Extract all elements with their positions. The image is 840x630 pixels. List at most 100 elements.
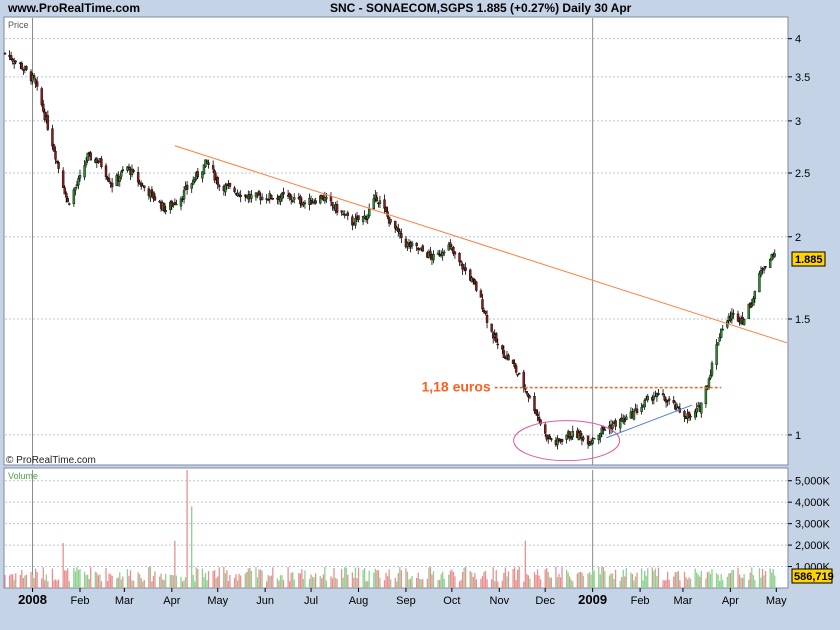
candle-body <box>475 281 478 291</box>
candle-body <box>40 88 43 105</box>
candle-body <box>325 196 328 200</box>
price-tick-label: 2.5 <box>795 168 810 180</box>
candle-body <box>544 424 547 434</box>
price-tick-label: 1.5 <box>795 314 810 326</box>
candle-body <box>410 242 414 247</box>
volume-tick-label: 3,000K <box>795 519 831 531</box>
candle-body <box>603 429 607 431</box>
candle-body <box>582 437 585 440</box>
candle-body <box>534 409 538 414</box>
candle-body <box>568 431 571 438</box>
candle-body <box>464 267 467 271</box>
candle-body <box>121 169 125 171</box>
candle-body <box>516 374 519 376</box>
candle <box>592 437 596 440</box>
candle-body <box>753 291 757 299</box>
candle-body <box>710 362 714 376</box>
candle-body <box>570 437 573 440</box>
candle-body <box>667 398 671 401</box>
candle-body <box>501 345 504 350</box>
candle-body <box>632 411 636 420</box>
candle-body <box>643 400 646 408</box>
candle-body <box>715 344 718 365</box>
candle <box>490 323 493 333</box>
x-tick-label: 2009 <box>578 592 607 607</box>
candle-body <box>514 365 518 373</box>
x-tick-label: Apr <box>722 595 739 607</box>
candle-body <box>718 336 721 342</box>
candle-body <box>233 187 236 192</box>
x-tick-label: May <box>207 595 228 607</box>
candle-body <box>132 169 135 172</box>
x-tick-label: Jun <box>256 595 274 607</box>
candle-body <box>732 313 735 315</box>
candle-body <box>143 185 146 188</box>
candle-body <box>758 272 761 293</box>
candle-body <box>127 166 131 168</box>
candle-body <box>250 194 253 199</box>
candle-body <box>55 160 59 163</box>
last-price-badge: 1.885 <box>795 254 823 266</box>
volume-panel <box>3 467 789 589</box>
candle-body <box>614 420 617 427</box>
candle-body <box>695 407 698 413</box>
candle-body <box>484 311 487 314</box>
candle-body <box>759 270 763 276</box>
candle-body <box>35 81 39 87</box>
candle-body <box>110 182 114 188</box>
candle <box>495 332 498 343</box>
price-panel-label: Price <box>8 20 29 30</box>
candle <box>716 341 720 346</box>
candle-body <box>329 196 333 202</box>
candle-body <box>357 215 360 220</box>
candle-body <box>331 202 334 206</box>
candle-body <box>768 259 772 268</box>
candle-body <box>485 315 489 323</box>
candle-body <box>421 245 424 252</box>
candle-body <box>550 438 553 440</box>
candle-body <box>107 178 111 183</box>
candle-body <box>14 60 17 63</box>
candle-body <box>153 196 157 201</box>
candle-body <box>11 58 14 62</box>
candle-body <box>20 62 24 70</box>
candle-body <box>207 162 210 165</box>
candle-body <box>175 203 178 206</box>
watermark: © ProRealTime.com <box>6 455 96 466</box>
candle-body <box>522 371 525 388</box>
x-tick-label: Nov <box>490 595 510 607</box>
candle-body <box>282 191 285 195</box>
candle-body <box>211 165 215 170</box>
candle-body <box>340 210 343 213</box>
candle-body <box>68 203 71 205</box>
candle-body <box>458 252 461 262</box>
candle-body <box>721 328 724 331</box>
candle-body <box>65 192 68 198</box>
candle-body <box>517 372 521 375</box>
candle-body <box>228 183 232 187</box>
x-tick-label: Sep <box>396 595 416 607</box>
candle-body <box>25 65 28 70</box>
price-tick-label: 2 <box>795 232 801 244</box>
candle-body <box>625 416 628 420</box>
candle-body <box>459 260 463 263</box>
volume-tick-label: 4,000K <box>795 497 831 509</box>
candle-body <box>672 400 675 404</box>
candle-body <box>479 290 483 298</box>
candle-body <box>389 219 392 223</box>
candle-body <box>415 242 418 247</box>
candle-body <box>560 439 564 442</box>
candle-body <box>118 176 121 182</box>
candle-body <box>683 410 686 418</box>
chart-canvas[interactable]: 1,18 euros 11.522.533.541,000K2,000K3,00… <box>0 0 840 630</box>
candle-body <box>216 177 219 185</box>
candle-body <box>136 172 140 183</box>
candle-body <box>205 160 209 163</box>
candle-body <box>185 184 189 190</box>
candle-body <box>762 268 766 271</box>
candle-body <box>571 431 574 438</box>
candle-body <box>104 165 108 177</box>
candle-body <box>716 342 720 346</box>
candle-body <box>646 396 649 401</box>
candle-body <box>496 343 499 346</box>
